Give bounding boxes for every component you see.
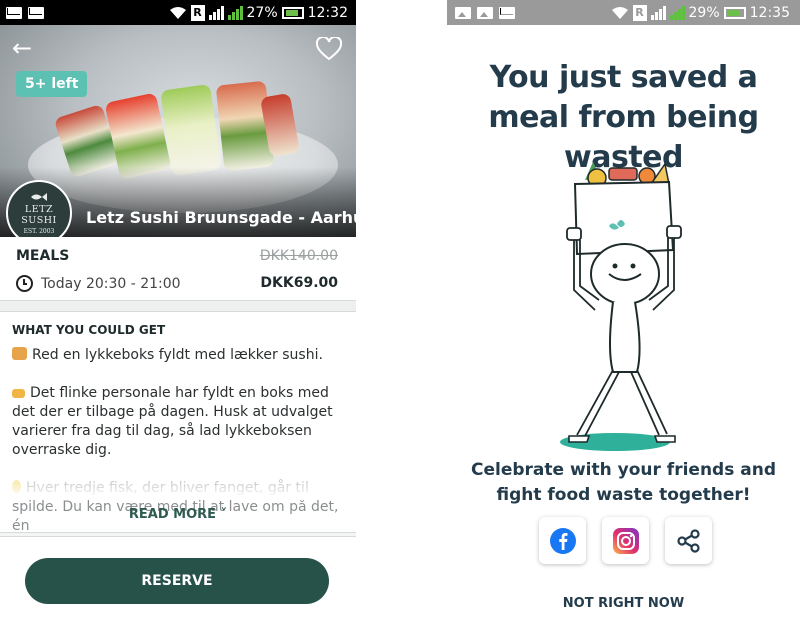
signal-icon <box>227 5 243 20</box>
quantity-badge: 5+ left <box>16 71 88 97</box>
pickup-time-row: Today 20:30 - 21:00 <box>16 275 181 292</box>
status-bar: R 27% 12:32 <box>0 0 356 25</box>
signal-icon <box>208 5 224 20</box>
reserve-button[interactable]: RESERVE <box>25 558 329 604</box>
facebook-icon <box>549 527 576 554</box>
description: Red en lykkeboks fyldt med lækker sushi.… <box>12 347 339 534</box>
fish-icon <box>31 193 47 201</box>
clock-icon <box>16 275 33 292</box>
signal-icon <box>669 5 685 20</box>
listing-screen: R 27% 12:32 ← 5+ left LETZ SUSHI EST. 20… <box>0 0 356 626</box>
battery-percent: 27% <box>246 4 278 21</box>
clock-time: 12:32 <box>307 4 348 21</box>
battery-percent: 29% <box>688 4 720 21</box>
instagram-icon <box>612 527 639 554</box>
pointing-hand-icon <box>12 389 25 398</box>
status-bar: R 29% 12:35 <box>447 0 800 25</box>
clock-time: 12:35 <box>749 4 790 21</box>
wifi-icon <box>611 6 628 19</box>
roaming-badge: R <box>190 4 205 21</box>
original-price: DKK140.00 <box>259 248 338 264</box>
wifi-icon <box>169 6 186 19</box>
share-icon <box>676 528 700 553</box>
not-right-now-button[interactable]: NOT RIGHT NOW <box>447 596 800 611</box>
hero-image: ← 5+ left LETZ SUSHI EST. 2003 Letz Sush… <box>0 25 356 237</box>
image-icon <box>477 6 493 19</box>
back-arrow-icon[interactable]: ← <box>12 36 32 60</box>
food-item <box>608 167 638 181</box>
text-fade <box>0 460 356 500</box>
share-buttons <box>539 517 712 564</box>
section-title: WHAT YOU COULD GET <box>12 323 166 337</box>
battery-icon <box>723 6 746 19</box>
share-button[interactable] <box>665 517 712 564</box>
store-logo: LETZ SUSHI EST. 2003 <box>6 180 72 237</box>
sushi-roll <box>160 83 222 177</box>
mail-icon <box>499 6 515 19</box>
mail-icon <box>28 6 44 19</box>
discount-price: DKK69.00 <box>260 275 338 291</box>
pickup-time: Today 20:30 - 21:00 <box>41 275 181 292</box>
mail-icon <box>6 6 22 19</box>
image-icon <box>455 6 471 19</box>
divider <box>0 532 356 537</box>
battery-icon <box>281 6 304 19</box>
sushi-emoji-icon <box>12 347 27 360</box>
facebook-button[interactable] <box>539 517 586 564</box>
meals-title: MEALS <box>16 248 70 264</box>
celebrate-text: Celebrate with your friends and fight fo… <box>471 460 776 505</box>
saved-meal-screen: R 29% 12:35 You just saved a meal from b… <box>447 0 800 626</box>
divider <box>0 300 356 312</box>
signal-icon <box>650 5 666 20</box>
store-name: Letz Sushi Bruunsgade - Aarhus C <box>86 208 356 227</box>
instagram-button[interactable] <box>602 517 649 564</box>
read-more-link[interactable]: READ MORE ˅ <box>0 507 356 522</box>
heart-icon[interactable] <box>316 37 342 61</box>
roaming-badge: R <box>632 4 647 21</box>
mascot-illustration <box>560 162 682 451</box>
